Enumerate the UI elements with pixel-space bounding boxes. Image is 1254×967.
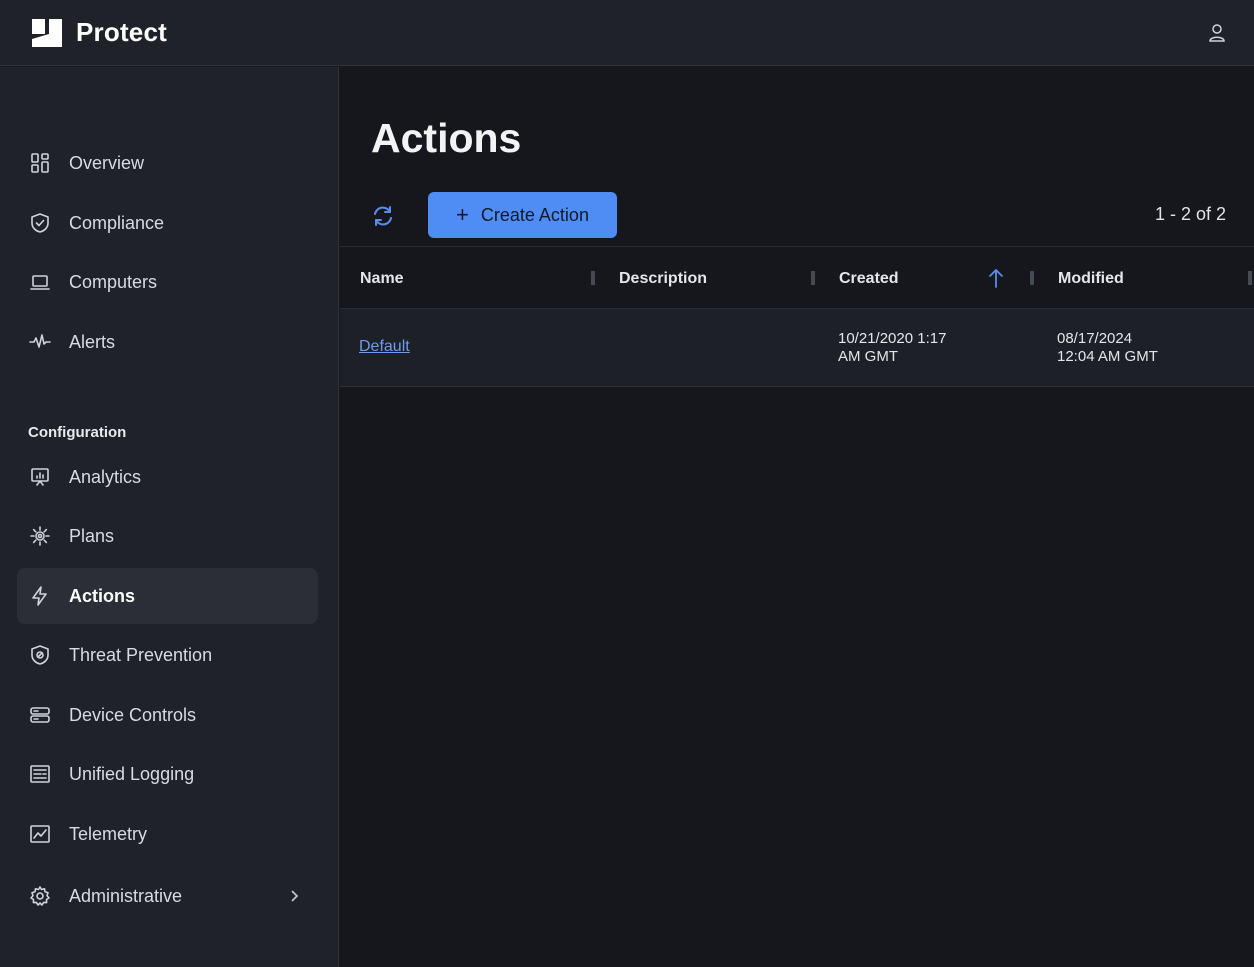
sidebar-item-plans[interactable]: Plans (17, 508, 318, 564)
sidebar: Overview Compliance Computers Alerts Con… (0, 67, 339, 967)
presentation-chart-icon (28, 465, 52, 489)
cell-name: Default (359, 338, 410, 356)
cell-created: 10/21/2020 1:17 AM GMT (838, 330, 946, 366)
sort-ascending-icon[interactable] (986, 267, 1006, 289)
log-list-icon (28, 762, 52, 786)
sidebar-item-device-controls[interactable]: Device Controls (17, 687, 318, 743)
sidebar-item-label: Computers (69, 271, 158, 292)
create-action-label: Create Action (480, 204, 589, 225)
sidebar-item-unified-logging[interactable]: Unified Logging (17, 746, 318, 802)
created-time: AM GMT (838, 348, 898, 365)
actions-table: Name Description Created Modified Defaul… (340, 246, 1254, 387)
protect-logo-icon (32, 18, 62, 47)
column-resize-handle[interactable] (589, 269, 597, 287)
table-row[interactable]: Default 10/21/2020 1:17 AM GMT 08/17/202… (340, 309, 1254, 387)
sidebar-item-compliance[interactable]: Compliance (17, 195, 318, 251)
sidebar-item-analytics[interactable]: Analytics (17, 449, 318, 505)
sidebar-item-computers[interactable]: Computers (17, 254, 318, 310)
plus-icon: + (456, 202, 469, 227)
column-resize-handle[interactable] (1246, 269, 1254, 287)
column-header-created[interactable]: Created (839, 247, 899, 310)
pulse-icon (28, 330, 52, 354)
sidebar-item-actions[interactable]: Actions (17, 568, 318, 624)
sidebar-item-label: Unified Logging (69, 763, 195, 784)
section-label-configuration: Configuration (28, 424, 127, 441)
brand[interactable]: Protect (30, 17, 167, 49)
sidebar-item-label: Telemetry (69, 823, 148, 844)
sidebar-item-label: Threat Prevention (69, 644, 213, 665)
shield-lock-icon (28, 643, 52, 667)
lightning-icon (28, 584, 52, 608)
gear-sun-icon (28, 524, 52, 548)
action-name-link[interactable]: Default (359, 338, 410, 355)
sidebar-item-label: Administrative (69, 885, 183, 906)
laptop-icon (28, 270, 52, 294)
table-header: Name Description Created Modified (340, 246, 1254, 309)
column-header-name[interactable]: Name (360, 247, 404, 310)
created-date: 10/21/2020 1:17 (838, 330, 947, 347)
user-icon (1209, 23, 1225, 42)
app-name: Protect (76, 17, 167, 47)
cell-modified: 08/17/2024 12:04 AM GMT (1057, 330, 1158, 366)
sidebar-item-telemetry[interactable]: Telemetry (17, 806, 318, 862)
grid-icon (28, 151, 52, 175)
sidebar-item-label: Alerts (69, 331, 116, 352)
sidebar-item-label: Overview (69, 152, 145, 173)
sidebar-item-label: Device Controls (69, 704, 197, 725)
user-menu-button[interactable] (1202, 18, 1232, 48)
sidebar-item-overview[interactable]: Overview (17, 135, 318, 191)
column-header-description[interactable]: Description (619, 247, 707, 310)
sidebar-item-label: Analytics (69, 466, 142, 487)
sidebar-item-administrative[interactable]: Administrative (17, 868, 318, 924)
page-title: Actions (371, 115, 522, 161)
top-bar: Protect (0, 0, 1254, 66)
pagination-summary: 1 - 2 of 2 (1154, 204, 1226, 224)
chevron-right-icon (284, 886, 304, 906)
create-action-button[interactable]: + Create Action (428, 192, 617, 238)
sidebar-item-label: Actions (69, 585, 136, 606)
sidebar-item-threat-prevention[interactable]: Threat Prevention (17, 627, 318, 683)
column-header-modified[interactable]: Modified (1058, 247, 1124, 310)
storage-icon (28, 703, 52, 727)
gear-icon (28, 884, 52, 908)
shield-check-icon (28, 211, 52, 235)
sidebar-item-label: Plans (69, 525, 115, 546)
sidebar-item-label: Compliance (69, 212, 165, 233)
refresh-icon (374, 206, 392, 226)
modified-time: 12:04 AM GMT (1057, 348, 1158, 365)
column-resize-handle[interactable] (809, 269, 817, 287)
refresh-button[interactable] (370, 203, 396, 229)
chart-window-icon (28, 822, 52, 846)
sidebar-item-alerts[interactable]: Alerts (17, 314, 318, 370)
column-resize-handle[interactable] (1028, 269, 1036, 287)
main-content: Actions + Create Action 1 - 2 of 2 Name … (340, 67, 1254, 967)
modified-date: 08/17/2024 (1057, 330, 1133, 347)
